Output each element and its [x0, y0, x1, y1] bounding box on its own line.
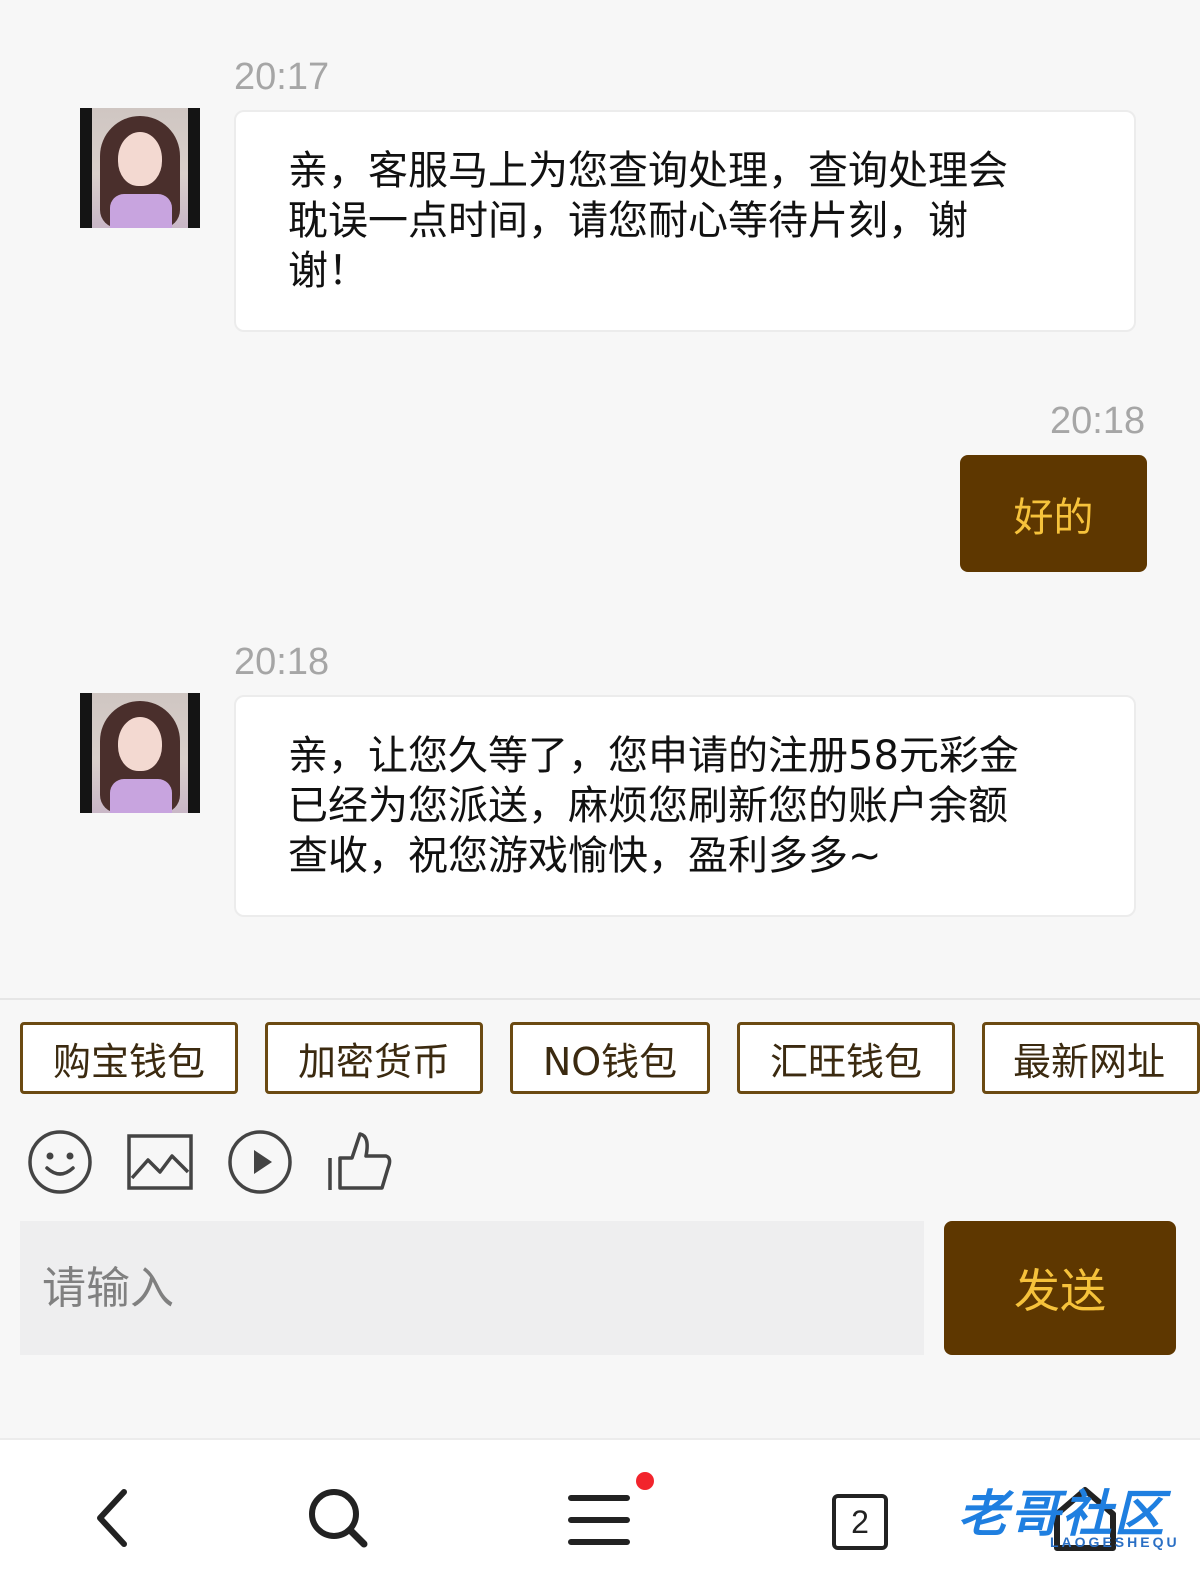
message-line: 亲，让您久等了，您申请的注册58元彩金 — [288, 733, 1019, 779]
thumbs-up-icon[interactable] — [326, 1128, 394, 1196]
quick-reply-chip[interactable]: 购宝钱包 — [20, 1022, 238, 1094]
quick-reply-chip[interactable]: 加密货币 — [265, 1022, 483, 1094]
quick-reply-chip[interactable]: NO钱包 — [510, 1022, 710, 1094]
incoming-message-bubble: 亲，客服马上为您查询处理，查询处理会 耽误一点时间，请您耐心等待片刻，谢 谢！ — [234, 110, 1136, 332]
message-line: 亲，客服马上为您查询处理，查询处理会 — [288, 148, 1008, 194]
message-line: 谢！ — [288, 248, 368, 294]
watermark-logo: 老哥社区 LAOGESHEQU — [958, 1474, 1188, 1564]
menu-icon[interactable] — [568, 1492, 630, 1548]
message-line: 查收，祝您游戏愉快，盈利多多~ — [288, 833, 882, 879]
quick-reply-chip[interactable]: 最新网址 — [982, 1022, 1200, 1094]
browser-bottom-nav: 2 老哥社区 LAOGESHEQU — [0, 1438, 1200, 1573]
agent-avatar[interactable] — [80, 108, 200, 228]
quick-reply-chip[interactable]: 汇旺钱包 — [737, 1022, 955, 1094]
image-icon[interactable] — [126, 1128, 194, 1196]
back-icon[interactable] — [92, 1486, 132, 1550]
message-timestamp: 20:17 — [234, 56, 330, 98]
message-line: 耽误一点时间，请您耐心等待片刻，谢 — [288, 198, 968, 244]
quick-reply-bar[interactable]: 购宝钱包 加密货币 NO钱包 汇旺钱包 最新网址 — [0, 998, 1200, 1108]
emoji-icon[interactable] — [26, 1128, 94, 1196]
video-icon[interactable] — [226, 1128, 294, 1196]
notification-dot — [636, 1472, 654, 1490]
message-timestamp: 20:18 — [1050, 400, 1146, 442]
message-line: 已经为您派送，麻烦您刷新您的账户余额 — [288, 783, 1008, 829]
tabs-icon[interactable]: 2 — [832, 1494, 888, 1550]
message-timestamp: 20:18 — [234, 641, 330, 683]
outgoing-message-bubble: 好的 — [960, 455, 1147, 572]
agent-avatar[interactable] — [80, 693, 200, 813]
watermark-subtext: LAOGESHEQU — [1050, 1534, 1180, 1550]
search-icon[interactable] — [306, 1486, 370, 1550]
send-button[interactable]: 发送 — [944, 1221, 1176, 1355]
chat-area[interactable]: 20:17 亲，客服马上为您查询处理，查询处理会 耽误一点时间，请您耐心等待片刻… — [0, 0, 1200, 1000]
message-text: 好的 — [1013, 494, 1094, 541]
incoming-message-bubble: 亲，让您久等了，您申请的注册58元彩金 已经为您派送，麻烦您刷新您的账户余额 查… — [234, 695, 1136, 917]
message-input[interactable] — [20, 1221, 924, 1355]
